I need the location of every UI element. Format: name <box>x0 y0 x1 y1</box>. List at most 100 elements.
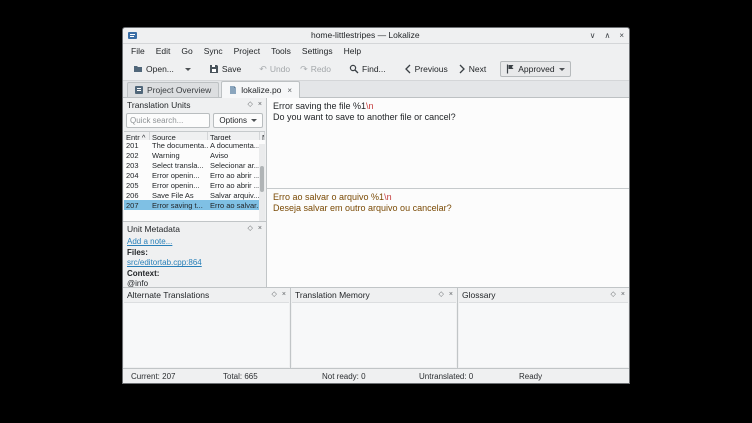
table-row[interactable]: 204 Error openin... Erro ao abrir ... <box>124 170 265 181</box>
options-button[interactable]: Options <box>213 113 263 129</box>
chevron-left-icon <box>404 64 411 74</box>
redo-button[interactable]: ↷ Redo <box>296 62 335 76</box>
menu-item-help[interactable]: Help <box>344 46 361 56</box>
cell-source: Save File As <box>152 190 194 200</box>
menu-item-tools[interactable]: Tools <box>271 46 291 56</box>
translation-units-table: Entr ^ Source Target N 201 The documenta… <box>124 131 265 222</box>
file-link[interactable]: src/editortab.cpp:864 <box>127 258 262 269</box>
undo-button[interactable]: ↶ Undo <box>255 62 294 76</box>
dock-title: Alternate Translations <box>127 290 210 301</box>
statusbar: Current: 207 Total: 665 Not ready: 0 Unt… <box>123 368 629 383</box>
cell-entry: 204 <box>126 170 139 180</box>
unit-metadata-dock: Unit Metadata ◇ × Add a note... Files: s… <box>123 221 266 287</box>
save-button[interactable]: Save <box>205 62 245 76</box>
tab-project-overview[interactable]: Project Overview <box>127 82 220 98</box>
previous-button[interactable]: Previous <box>400 62 452 76</box>
context-label: Context: <box>127 268 160 278</box>
flag-icon <box>507 64 514 74</box>
chevron-down-icon <box>558 67 565 71</box>
maximize-button[interactable]: ∧ <box>604 31 610 40</box>
minimize-button[interactable]: ∨ <box>590 31 596 40</box>
tab-close-icon[interactable]: × <box>287 86 292 95</box>
table-row[interactable]: 203 Select transla... Selecionar ar... <box>124 160 265 171</box>
close-dock-icon[interactable]: × <box>621 291 625 299</box>
cell-entry: 203 <box>126 160 139 170</box>
chevron-right-icon <box>459 64 465 74</box>
open-dropdown[interactable] <box>180 66 195 73</box>
search-icon <box>349 65 359 74</box>
table-scrollbar[interactable] <box>259 144 265 222</box>
float-dock-icon[interactable]: ◇ <box>248 225 253 233</box>
translation-memory-body <box>292 302 456 368</box>
chevron-down-icon <box>251 119 257 123</box>
unit-metadata-body: Add a note... Files: src/editortab.cpp:8… <box>123 236 266 287</box>
float-dock-icon[interactable]: ◇ <box>272 291 277 299</box>
translation-units-controls: Options <box>123 112 266 131</box>
table-row[interactable]: 205 Error openin... Erro ao abrir ... <box>124 180 265 191</box>
close-dock-icon[interactable]: × <box>258 225 262 233</box>
cell-target: Salvar arquiv... <box>210 190 260 200</box>
menu-item-sync[interactable]: Sync <box>204 46 223 56</box>
chevron-down-icon <box>184 67 191 71</box>
translation-units-dock: Translation Units ◇ × Options Entr ^ Sou <box>123 98 266 222</box>
source-text-pane: Error saving the file %1\n Do you want t… <box>267 98 629 190</box>
unit-metadata-header: Unit Metadata ◇ × <box>123 222 266 236</box>
table-row[interactable]: 202 Warning Aviso <box>124 150 265 161</box>
status-not-ready: Not ready: 0 <box>322 371 366 381</box>
cell-target: Erro ao abrir ... <box>210 180 260 190</box>
menu-item-project[interactable]: Project <box>234 46 260 56</box>
add-note-link[interactable]: Add a note... <box>127 237 262 248</box>
status-ready: Ready <box>519 371 543 381</box>
open-button[interactable]: Open... <box>129 62 178 76</box>
target-text-editor[interactable]: Erro ao salvar o arquivo %1\n Deseja sal… <box>267 189 629 287</box>
cell-target: A documenta... <box>210 140 260 150</box>
cell-entry: 202 <box>126 150 139 160</box>
cell-source: Error saving t... <box>152 200 203 210</box>
target-line-2: Deseja salvar em outro arquivo ou cancel… <box>273 203 452 214</box>
newline-token: \n <box>384 192 392 203</box>
editor-area: Error saving the file %1\n Do you want t… <box>267 98 629 288</box>
close-dock-icon[interactable]: × <box>282 291 286 299</box>
cell-target: Aviso <box>210 150 229 160</box>
menu-item-settings[interactable]: Settings <box>302 46 333 56</box>
lokalize-window: home-littlestripes — Lokalize ∨ ∧ × File… <box>122 27 630 384</box>
find-button[interactable]: Find... <box>345 62 390 76</box>
table-row[interactable]: 201 The documenta... A documenta... <box>124 140 265 151</box>
cell-entry: 207 <box>126 200 139 210</box>
overview-icon <box>135 86 143 95</box>
table-row-selected[interactable]: 207 Error saving t... Erro ao salvar... <box>124 200 265 211</box>
main-content: Translation Units ◇ × Options Entr ^ Sou <box>123 98 629 289</box>
context-value: @info <box>127 279 149 288</box>
close-dock-icon[interactable]: × <box>258 101 262 109</box>
quick-search-input[interactable] <box>126 113 211 129</box>
menu-item-file[interactable]: File <box>131 46 145 56</box>
tab-lokalize-po[interactable]: lokalize.po × <box>221 81 301 99</box>
menu-item-edit[interactable]: Edit <box>156 46 171 56</box>
float-dock-icon[interactable]: ◇ <box>439 291 444 299</box>
glossary-dock: Glossary ◇ × <box>458 288 629 368</box>
alternate-translations-body <box>124 302 289 368</box>
approved-toggle[interactable]: Approved <box>500 61 571 78</box>
next-button[interactable]: Next <box>454 62 490 76</box>
dock-title: Translation Memory <box>295 290 370 301</box>
files-label: Files: <box>127 247 148 257</box>
translation-memory-dock: Translation Memory ◇ × <box>291 288 458 369</box>
dock-title: Translation Units <box>127 100 191 111</box>
status-total: Total: 665 <box>223 371 258 381</box>
cell-source: Select transla... <box>152 160 204 170</box>
glossary-body <box>459 302 628 368</box>
cell-entry: 201 <box>126 140 139 150</box>
close-dock-icon[interactable]: × <box>449 291 453 299</box>
tabbar: Project Overview lokalize.po × <box>123 81 629 99</box>
scrollbar-thumb[interactable] <box>260 165 264 192</box>
dock-title: Glossary <box>462 290 496 301</box>
float-dock-icon[interactable]: ◇ <box>611 291 616 299</box>
table-row[interactable]: 206 Save File As Salvar arquiv... <box>124 190 265 201</box>
menu-item-go[interactable]: Go <box>181 46 192 56</box>
cell-source: The documenta... <box>152 140 208 150</box>
cell-target: Erro ao salvar... <box>210 200 260 210</box>
titlebar[interactable]: home-littlestripes — Lokalize ∨ ∧ × <box>123 28 629 44</box>
close-button[interactable]: × <box>619 31 624 40</box>
float-dock-icon[interactable]: ◇ <box>248 101 253 109</box>
cell-source: Warning <box>152 150 180 160</box>
